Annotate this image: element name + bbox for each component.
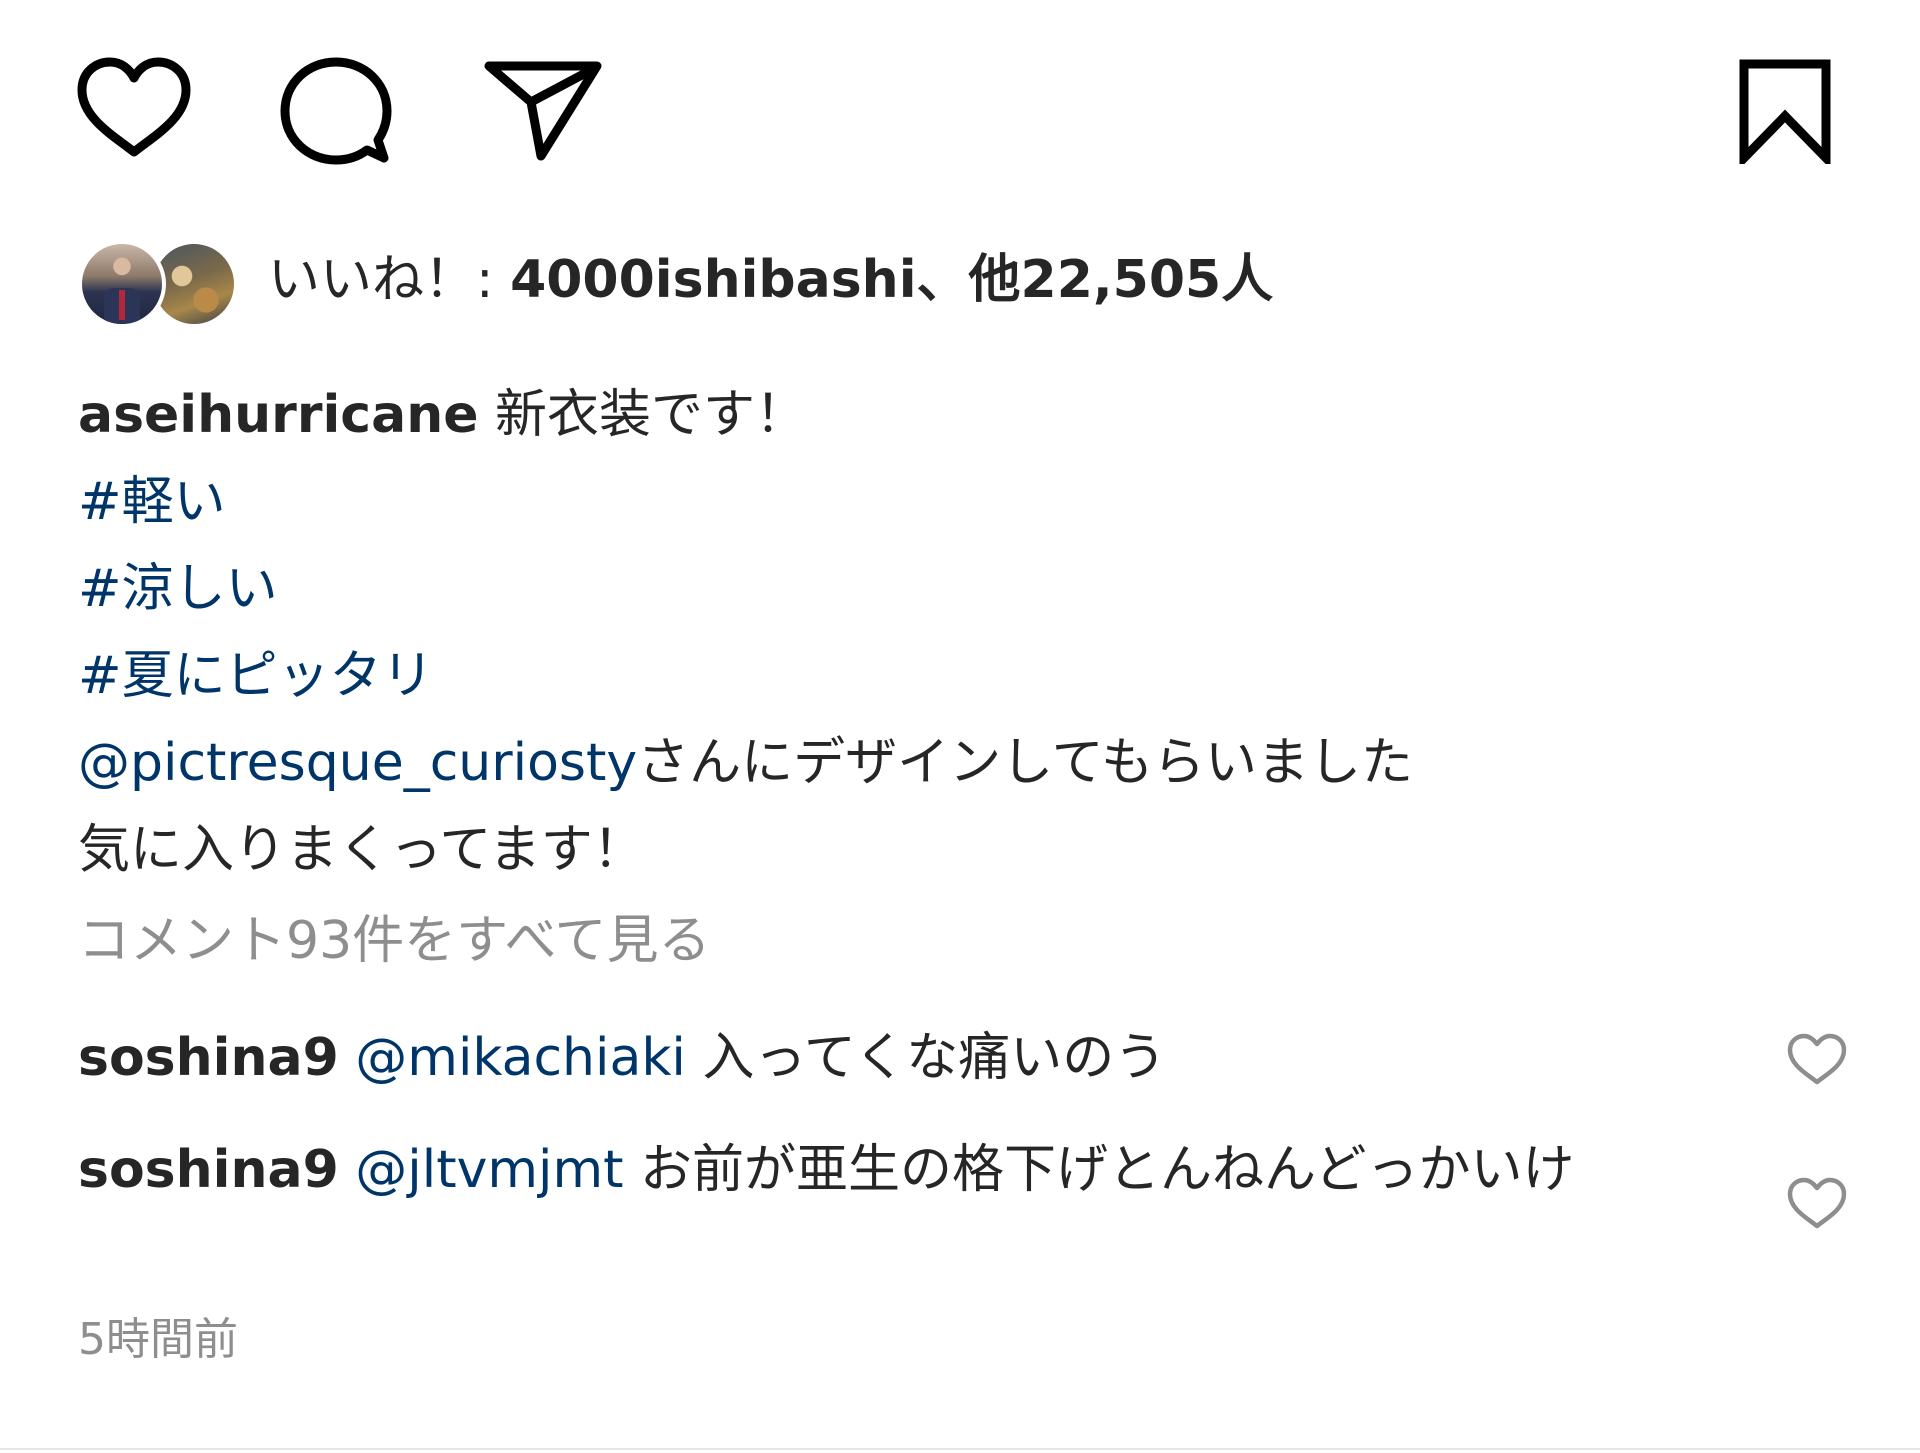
hashtag-link[interactable]: #軽い [78, 472, 226, 532]
post-detail: いいね！: 4000ishibashi、他22,505人 aseihurrica… [0, 0, 1920, 1453]
hashtag-link[interactable]: #夏にピッタリ [78, 646, 434, 706]
comment-text: 入ってくな痛いのう [685, 1028, 1167, 1088]
hashtag-link[interactable]: #涼しい [78, 559, 278, 619]
hashtag-line: #軽い [78, 459, 1778, 546]
comment-mention-link[interactable]: @jltvmjmt [355, 1140, 623, 1200]
caption-first-line: aseihurricane 新衣装です！ [78, 372, 1778, 459]
comment-item: soshina9 @mikachiaki 入ってくな痛いのう [78, 1018, 1718, 1098]
comment-username[interactable]: soshina9 [78, 1028, 339, 1088]
bottom-divider [0, 1448, 1920, 1450]
speech-bubble-icon[interactable] [278, 56, 394, 168]
likes-text: いいね！: 4000ishibashi、他22,505人 [268, 248, 1273, 312]
view-all-comments-link[interactable]: コメント93件をすべて見る [78, 906, 710, 976]
comment-item: soshina9 @jltvmjmt お前が亜生の格下げとんねんどっかいけ [78, 1130, 1718, 1210]
hashtag-line: #涼しい [78, 546, 1778, 633]
comment-text: お前が亜生の格下げとんねんどっかいけ [623, 1140, 1575, 1200]
paper-plane-icon[interactable] [483, 58, 603, 162]
likes-prefix: いいね！: [268, 250, 511, 310]
liker-avatar-1 [78, 240, 166, 328]
comment-like-heart-icon[interactable] [1786, 1032, 1848, 1092]
post-timestamp: 5時間前 [78, 1314, 238, 1365]
heart-outline-icon[interactable] [74, 56, 194, 160]
post-action-bar [66, 50, 1854, 170]
caption-username[interactable]: aseihurricane [78, 385, 479, 445]
caption-text: 新衣装です！ [478, 385, 808, 445]
likes-separator: 、 [916, 250, 969, 310]
first-liker-link[interactable]: 4000ishibashi [510, 250, 916, 310]
likes-summary[interactable]: いいね！: 4000ishibashi、他22,505人 [78, 238, 1778, 332]
bookmark-icon[interactable] [1736, 58, 1834, 164]
comment-mention-link[interactable]: @mikachiaki [355, 1028, 686, 1088]
mention-line: @pictresque_curiostyさんにデザインしてもらいました [78, 720, 1778, 807]
others-count-link[interactable]: 他22,505人 [969, 250, 1274, 310]
hashtag-line: #夏にピッタリ [78, 633, 1778, 720]
comment-username[interactable]: soshina9 [78, 1140, 339, 1200]
caption-last-line: 気に入りまくってます！ [78, 820, 645, 880]
caption-mention-suffix: さんにデザインしてもらいました [637, 733, 1413, 793]
comment-like-heart-icon[interactable] [1786, 1176, 1848, 1236]
post-caption: aseihurricane 新衣装です！ #軽い #涼しい #夏にピッタリ @p… [78, 372, 1778, 894]
caption-mention-link[interactable]: @pictresque_curiosty [78, 733, 637, 793]
